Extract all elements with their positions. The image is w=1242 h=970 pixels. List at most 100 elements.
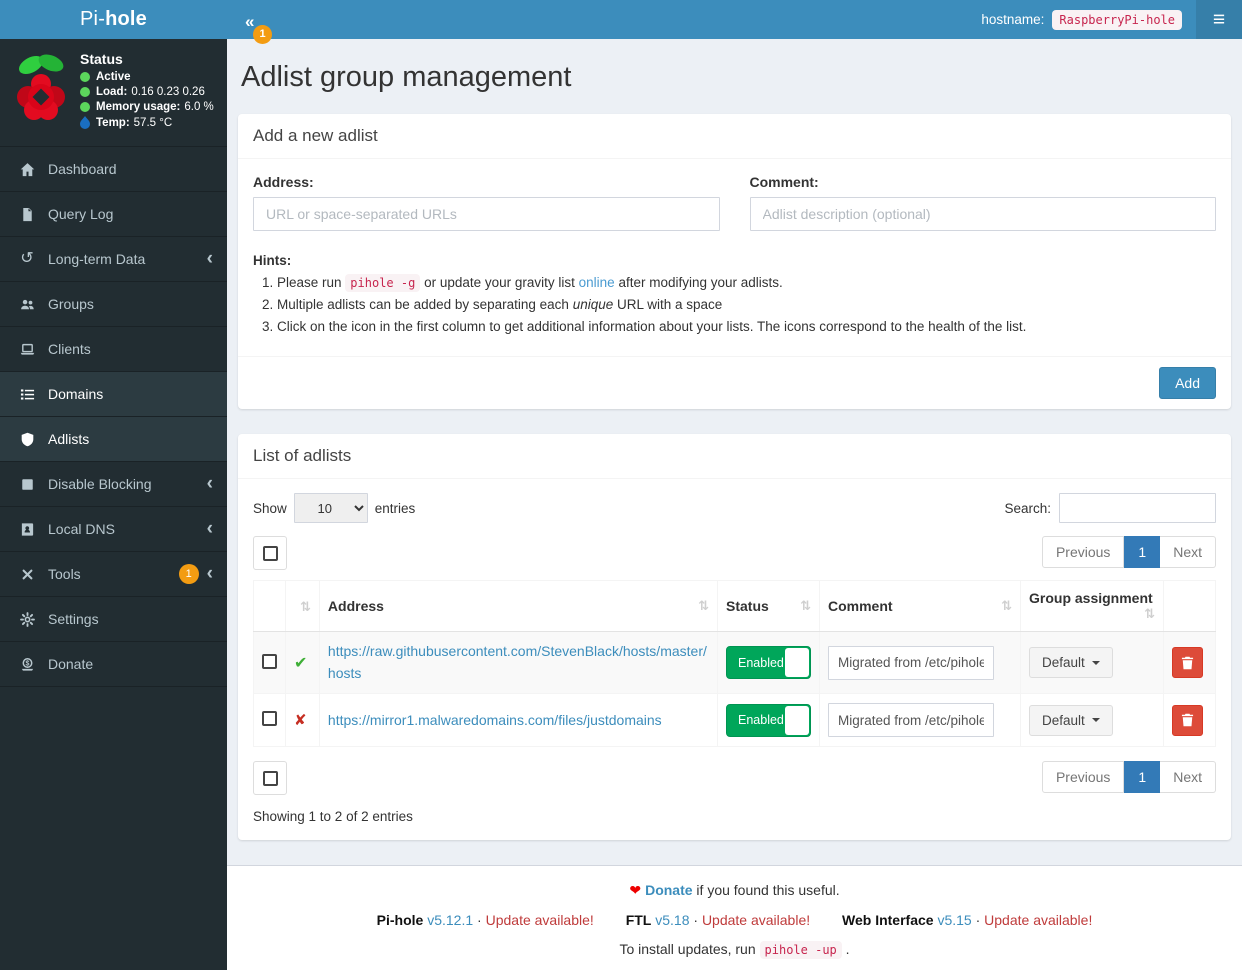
status-memory: Memory usage: 6.0 % <box>80 101 214 113</box>
row-checkbox[interactable] <box>262 653 277 669</box>
adlist-address[interactable]: https://mirror1.malwaredomains.com/files… <box>328 712 662 728</box>
row-checkbox[interactable] <box>262 711 277 727</box>
hamburger-menu-icon[interactable]: ≡ <box>1196 0 1242 39</box>
checkbox-icon <box>262 770 278 786</box>
status-toggle[interactable]: Enabled <box>726 703 811 737</box>
pihole-version-link[interactable]: v5.12.1 <box>427 912 473 928</box>
ftl-version: FTL v5.18 · Update available! <box>625 912 811 929</box>
tools-update-badge: 1 <box>178 564 199 584</box>
version-line: Pi-hole v5.12.1 · Update available! FTL … <box>237 912 1232 928</box>
table-row: ✔ https://raw.githubusercontent.com/Stev… <box>253 630 1216 695</box>
sidebar-item-dashboard[interactable]: Dashboard <box>0 147 227 192</box>
row-comment-input[interactable] <box>828 703 994 738</box>
page-1-button[interactable]: 1 <box>1124 761 1161 794</box>
brand-bold: hole <box>105 8 147 30</box>
sidebar-collapse-icon[interactable]: « 1 <box>227 8 272 44</box>
svg-text:$: $ <box>25 660 29 667</box>
history-icon: ↺ <box>20 250 34 267</box>
gear-icon <box>18 611 36 627</box>
sidebar-item-query-log[interactable]: Query Log <box>0 192 227 237</box>
list-card-title: List of adlists <box>238 434 1231 479</box>
chevron-left-icon: ‹ <box>206 563 213 584</box>
page-size-select[interactable]: 10 <box>293 493 368 523</box>
navbar: « 1 hostname: RaspberryPi-hole ≡ <box>227 0 1242 44</box>
sidebar: Status Active Load: 0.16 0.23 0.26 Memory… <box>0 39 227 970</box>
delete-button[interactable] <box>1172 704 1203 736</box>
toggle-handle <box>785 705 809 735</box>
brand-prefix: Pi- <box>80 8 106 30</box>
page-1-button[interactable]: 1 <box>1124 536 1161 568</box>
adlist-table: ⇅ Address ⇅ Status ⇅ Comment ⇅ Group assign… <box>253 580 1216 748</box>
next-page-button[interactable]: Next <box>1160 536 1216 568</box>
previous-page-button[interactable]: Previous <box>1041 761 1125 794</box>
top-header: Pi-hole « 1 hostname: RaspberryPi-hole ≡ <box>0 0 1242 44</box>
sidebar-item-donate[interactable]: $ Donate <box>0 642 227 687</box>
sidebar-item-adlists[interactable]: Adlists <box>0 417 227 462</box>
comment-input[interactable] <box>749 197 1216 231</box>
online-link[interactable]: online <box>579 275 615 290</box>
add-button[interactable]: Add <box>1159 367 1216 399</box>
row-comment-input[interactable] <box>828 645 994 680</box>
group-assignment-dropdown[interactable]: Default <box>1029 704 1113 736</box>
donate-icon: $ <box>18 657 36 672</box>
web-update-link[interactable]: Update available! <box>984 912 1092 928</box>
status-active: Active <box>80 71 214 83</box>
header-address[interactable]: Address ⇅ <box>318 580 719 632</box>
pihole-update-link[interactable]: Update available! <box>486 912 594 928</box>
sidebar-item-local-dns[interactable]: Local DNS ‹ <box>0 507 227 552</box>
header-health-col[interactable]: ⇅ <box>285 580 320 632</box>
chevron-left-icon: ‹ <box>206 518 213 539</box>
sort-icon: ⇅ <box>1001 598 1012 613</box>
table-row: ✘ https://mirror1.malwaredomains.com/fil… <box>253 693 1216 748</box>
health-error-icon[interactable]: ✘ <box>294 712 307 729</box>
add-card-title: Add a new adlist <box>238 114 1231 159</box>
header-status[interactable]: Status ⇅ <box>717 580 820 632</box>
group-assignment-dropdown[interactable]: Default <box>1029 647 1113 679</box>
install-updates-line: To install updates, run pihole -up . <box>619 941 850 960</box>
ftl-update-link[interactable]: Update available! <box>702 912 810 928</box>
sidebar-item-clients[interactable]: Clients <box>0 327 227 372</box>
laptop-icon <box>18 342 36 357</box>
update-count-badge[interactable]: 1 <box>253 24 272 44</box>
page-footer: ❤ Donate if you found this useful. Pi-hol… <box>227 865 1242 970</box>
sidebar-item-groups[interactable]: Groups <box>0 282 227 327</box>
sidebar-item-settings[interactable]: Settings <box>0 597 227 642</box>
comment-label: Comment: <box>749 174 819 190</box>
status-temp: Temp: 57.5 °C <box>80 116 214 129</box>
address-input[interactable] <box>253 197 720 231</box>
delete-button[interactable] <box>1172 647 1203 679</box>
shield-icon <box>18 432 36 447</box>
ftl-version-link[interactable]: v5.18 <box>655 912 689 928</box>
sidebar-item-tools[interactable]: Tools 1 ‹ <box>0 552 227 597</box>
status-toggle[interactable]: Enabled <box>726 646 811 680</box>
web-version-link[interactable]: v5.15 <box>937 912 971 928</box>
next-page-button[interactable]: Next <box>1160 761 1216 794</box>
sidebar-item-disable-blocking[interactable]: Disable Blocking ‹ <box>0 462 227 507</box>
previous-page-button[interactable]: Previous <box>1041 536 1125 568</box>
users-icon <box>18 297 36 312</box>
page-title: Adlist group management <box>241 61 572 93</box>
header-comment[interactable]: Comment ⇅ <box>819 580 1021 632</box>
entries-label: entries <box>374 500 416 516</box>
select-all-button-bottom[interactable] <box>253 761 287 796</box>
header-checkbox-col <box>253 580 286 632</box>
search-input[interactable] <box>1059 493 1216 523</box>
sidebar-item-domains[interactable]: Domains <box>0 372 227 417</box>
table-header-row: ⇅ Address ⇅ Status ⇅ Comment ⇅ Group assign… <box>253 580 1216 632</box>
search-label: Search: <box>1004 500 1051 516</box>
address-book-icon <box>18 522 36 537</box>
hostname-value: RaspberryPi-hole <box>1052 9 1182 30</box>
header-group[interactable]: Group assignment ⇅ <box>1020 580 1164 632</box>
sort-icon: ⇅ <box>800 598 811 613</box>
donate-link[interactable]: Donate <box>645 882 692 898</box>
address-label: Address: <box>253 174 314 190</box>
tools-icon <box>18 567 36 582</box>
adlist-address[interactable]: https://raw.githubusercontent.com/Steven… <box>328 643 707 681</box>
green-dot-icon <box>80 87 90 97</box>
app-logo[interactable]: Pi-hole <box>0 0 227 39</box>
select-all-button-top[interactable] <box>253 536 287 570</box>
health-ok-icon[interactable]: ✔ <box>294 655 307 672</box>
sidebar-item-long-term-data[interactable]: ↺ Long-term Data ‹ <box>0 237 227 282</box>
pagination-top: Previous 1 Next <box>1041 536 1216 568</box>
pihole-up-code: pihole -up <box>759 941 842 960</box>
